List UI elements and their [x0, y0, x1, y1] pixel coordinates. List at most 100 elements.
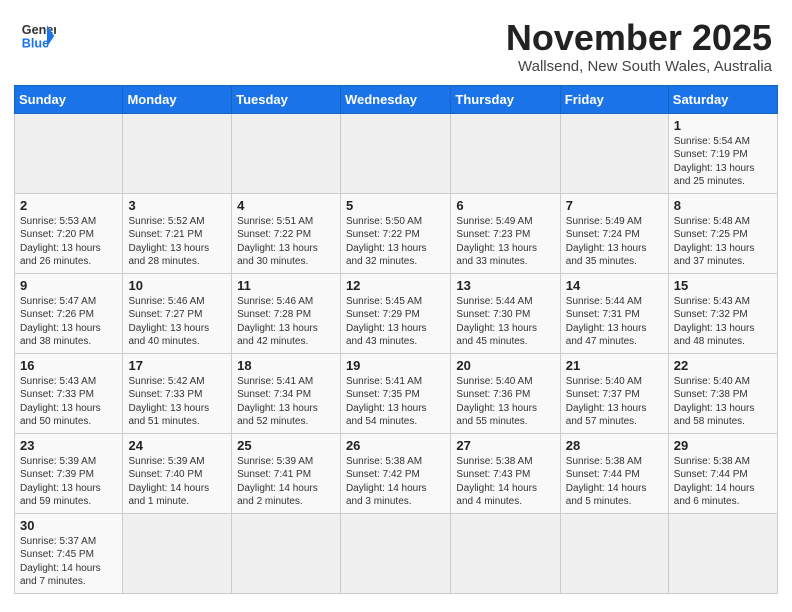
calendar-week-5: 30Sunrise: 5:37 AM Sunset: 7:45 PM Dayli…: [15, 513, 778, 593]
day-info: Sunrise: 5:52 AM Sunset: 7:21 PM Dayligh…: [128, 215, 226, 269]
day-number: 17: [128, 358, 226, 373]
calendar-cell: [15, 113, 123, 193]
calendar-cell: [123, 113, 232, 193]
calendar-cell: 27Sunrise: 5:38 AM Sunset: 7:43 PM Dayli…: [451, 433, 560, 513]
logo: General Blue: [20, 18, 56, 54]
day-info: Sunrise: 5:46 AM Sunset: 7:27 PM Dayligh…: [128, 295, 226, 349]
calendar-cell: 5 Sunrise: 5:50 AM Sunset: 7:22 PM Daylig…: [340, 193, 450, 273]
calendar-cell: 24Sunrise: 5:39 AM Sunset: 7:40 PM Dayli…: [123, 433, 232, 513]
day-number: 3: [128, 198, 226, 213]
calendar-cell: 8 Sunrise: 5:48 AM Sunset: 7:25 PM Daylig…: [668, 193, 777, 273]
day-info: Sunrise: 5:39 AM Sunset: 7:40 PM Dayligh…: [128, 455, 226, 509]
weekday-header-wednesday: Wednesday: [340, 85, 450, 113]
day-info: Sunrise: 5:44 AM Sunset: 7:31 PM Dayligh…: [566, 295, 663, 349]
day-number: 5: [346, 198, 445, 213]
calendar-cell: [560, 513, 668, 593]
calendar-cell: 20Sunrise: 5:40 AM Sunset: 7:36 PM Dayli…: [451, 353, 560, 433]
day-info: Sunrise: 5:38 AM Sunset: 7:43 PM Dayligh…: [456, 455, 554, 509]
day-number: 14: [566, 278, 663, 293]
day-number: 13: [456, 278, 554, 293]
calendar-cell: [232, 113, 341, 193]
calendar-cell: 19 Sunrise: 5:41 AM Sunset: 7:35 PM Dayli…: [340, 353, 450, 433]
day-info: Sunrise: 5:46 AM Sunset: 7:28 PM Dayligh…: [237, 295, 335, 349]
day-number: 7: [566, 198, 663, 213]
day-info: Sunrise: 5:40 AM Sunset: 7:37 PM Dayligh…: [566, 375, 663, 429]
calendar-cell: 3 Sunrise: 5:52 AM Sunset: 7:21 PM Daylig…: [123, 193, 232, 273]
day-info: Sunrise: 5:48 AM Sunset: 7:25 PM Dayligh…: [674, 215, 772, 269]
day-number: 20: [456, 358, 554, 373]
calendar-cell: 16 Sunrise: 5:43 AM Sunset: 7:33 PM Dayli…: [15, 353, 123, 433]
page-header: General Blue November 2025 Wallsend, New…: [0, 0, 792, 85]
calendar-cell: [451, 513, 560, 593]
day-number: 18: [237, 358, 335, 373]
day-number: 19: [346, 358, 445, 373]
weekday-header-thursday: Thursday: [451, 85, 560, 113]
calendar-cell: 6 Sunrise: 5:49 AM Sunset: 7:23 PM Daylig…: [451, 193, 560, 273]
day-info: Sunrise: 5:54 AM Sunset: 7:19 PM Dayligh…: [674, 135, 772, 189]
day-info: Sunrise: 5:41 AM Sunset: 7:35 PM Dayligh…: [346, 375, 445, 429]
calendar-cell: 17Sunrise: 5:42 AM Sunset: 7:33 PM Dayli…: [123, 353, 232, 433]
title-area: November 2025 Wallsend, New South Wales,…: [506, 18, 772, 75]
day-number: 4: [237, 198, 335, 213]
day-info: Sunrise: 5:38 AM Sunset: 7:42 PM Dayligh…: [346, 455, 445, 509]
location-subtitle: Wallsend, New South Wales, Australia: [506, 58, 772, 75]
day-number: 12: [346, 278, 445, 293]
day-number: 11: [237, 278, 335, 293]
day-number: 16: [20, 358, 117, 373]
day-info: Sunrise: 5:50 AM Sunset: 7:22 PM Dayligh…: [346, 215, 445, 269]
calendar-cell: 13 Sunrise: 5:44 AM Sunset: 7:30 PM Dayli…: [451, 273, 560, 353]
day-info: Sunrise: 5:45 AM Sunset: 7:29 PM Dayligh…: [346, 295, 445, 349]
day-number: 21: [566, 358, 663, 373]
month-title: November 2025: [506, 18, 772, 58]
svg-text:Blue: Blue: [22, 37, 49, 51]
day-info: Sunrise: 5:37 AM Sunset: 7:45 PM Dayligh…: [20, 535, 117, 589]
day-number: 6: [456, 198, 554, 213]
day-info: Sunrise: 5:44 AM Sunset: 7:30 PM Dayligh…: [456, 295, 554, 349]
calendar-cell: 23Sunrise: 5:39 AM Sunset: 7:39 PM Dayli…: [15, 433, 123, 513]
day-info: Sunrise: 5:43 AM Sunset: 7:32 PM Dayligh…: [674, 295, 772, 349]
day-info: Sunrise: 5:38 AM Sunset: 7:44 PM Dayligh…: [674, 455, 772, 509]
day-number: 9: [20, 278, 117, 293]
day-info: Sunrise: 5:41 AM Sunset: 7:34 PM Dayligh…: [237, 375, 335, 429]
day-info: Sunrise: 5:47 AM Sunset: 7:26 PM Dayligh…: [20, 295, 117, 349]
calendar-cell: [560, 113, 668, 193]
weekday-header-monday: Monday: [123, 85, 232, 113]
calendar-cell: 14 Sunrise: 5:44 AM Sunset: 7:31 PM Dayli…: [560, 273, 668, 353]
calendar-container: SundayMondayTuesdayWednesdayThursdayFrid…: [0, 85, 792, 608]
day-number: 1: [674, 118, 772, 133]
calendar-cell: [340, 513, 450, 593]
calendar-cell: 30Sunrise: 5:37 AM Sunset: 7:45 PM Dayli…: [15, 513, 123, 593]
calendar-cell: 9 Sunrise: 5:47 AM Sunset: 7:26 PM Daylig…: [15, 273, 123, 353]
calendar-week-0: 1 Sunrise: 5:54 AM Sunset: 7:19 PM Daylig…: [15, 113, 778, 193]
day-info: Sunrise: 5:39 AM Sunset: 7:39 PM Dayligh…: [20, 455, 117, 509]
day-number: 10: [128, 278, 226, 293]
day-info: Sunrise: 5:49 AM Sunset: 7:23 PM Dayligh…: [456, 215, 554, 269]
day-info: Sunrise: 5:38 AM Sunset: 7:44 PM Dayligh…: [566, 455, 663, 509]
day-info: Sunrise: 5:53 AM Sunset: 7:20 PM Dayligh…: [20, 215, 117, 269]
calendar-cell: 22Sunrise: 5:40 AM Sunset: 7:38 PM Dayli…: [668, 353, 777, 433]
weekday-header-tuesday: Tuesday: [232, 85, 341, 113]
day-number: 15: [674, 278, 772, 293]
calendar-cell: 4Sunrise: 5:51 AM Sunset: 7:22 PM Daylig…: [232, 193, 341, 273]
calendar-cell: 25 Sunrise: 5:39 AM Sunset: 7:41 PM Dayli…: [232, 433, 341, 513]
calendar-cell: 10 Sunrise: 5:46 AM Sunset: 7:27 PM Dayli…: [123, 273, 232, 353]
day-number: 22: [674, 358, 772, 373]
calendar-body: 1 Sunrise: 5:54 AM Sunset: 7:19 PM Daylig…: [15, 113, 778, 593]
calendar-header: SundayMondayTuesdayWednesdayThursdayFrid…: [15, 85, 778, 113]
calendar-cell: [451, 113, 560, 193]
day-info: Sunrise: 5:39 AM Sunset: 7:41 PM Dayligh…: [237, 455, 335, 509]
calendar-week-4: 23Sunrise: 5:39 AM Sunset: 7:39 PM Dayli…: [15, 433, 778, 513]
calendar-cell: 2Sunrise: 5:53 AM Sunset: 7:20 PM Daylig…: [15, 193, 123, 273]
calendar-cell: [668, 513, 777, 593]
calendar-week-1: 2Sunrise: 5:53 AM Sunset: 7:20 PM Daylig…: [15, 193, 778, 273]
day-number: 29: [674, 438, 772, 453]
day-info: Sunrise: 5:49 AM Sunset: 7:24 PM Dayligh…: [566, 215, 663, 269]
calendar-week-2: 9 Sunrise: 5:47 AM Sunset: 7:26 PM Daylig…: [15, 273, 778, 353]
day-number: 8: [674, 198, 772, 213]
day-info: Sunrise: 5:43 AM Sunset: 7:33 PM Dayligh…: [20, 375, 117, 429]
calendar-cell: [340, 113, 450, 193]
day-number: 25: [237, 438, 335, 453]
calendar-cell: 18 Sunrise: 5:41 AM Sunset: 7:34 PM Dayli…: [232, 353, 341, 433]
calendar-cell: 11 Sunrise: 5:46 AM Sunset: 7:28 PM Dayli…: [232, 273, 341, 353]
day-number: 26: [346, 438, 445, 453]
